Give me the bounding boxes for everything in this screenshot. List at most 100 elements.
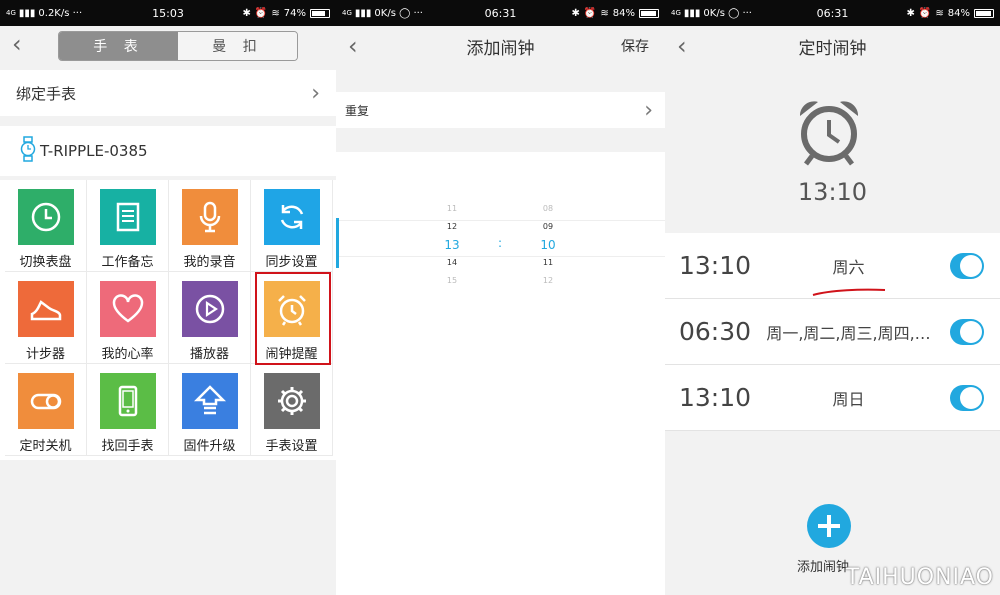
grid-item-microphone[interactable]: 我的录音 — [169, 180, 251, 272]
hour-option[interactable]: 15 — [432, 272, 472, 290]
grid-item-phone[interactable]: 找回手表 — [87, 364, 169, 456]
grid-item-label: 我的录音 — [183, 255, 236, 270]
minute-selected[interactable]: 10 — [528, 236, 568, 254]
grid-tile[interactable] — [17, 281, 74, 337]
save-button[interactable]: 保存 — [621, 36, 649, 56]
speed-indicator: 0.2K/s ··· — [38, 7, 83, 19]
grid-tile[interactable] — [181, 189, 238, 245]
grid-item-label: 我的心率 — [101, 347, 154, 362]
tab-bracelet[interactable]: 曼 扣 — [178, 32, 297, 60]
battery-icon — [974, 8, 994, 18]
grid-item-play[interactable]: 播放器 — [169, 272, 251, 364]
minute-option[interactable]: 09 — [528, 218, 568, 236]
grid-item-upgrade[interactable]: 固件升级 — [169, 364, 251, 456]
hour-wheel[interactable]: 11 12 13 14 15 — [432, 200, 472, 290]
chevron-right-icon: › — [311, 80, 320, 106]
grid-tile[interactable] — [99, 281, 156, 337]
grid-tile[interactable] — [99, 189, 156, 245]
status-bar: 4G ▮▮▮ 0.2K/s ··· 15:03 ✱ ⏰ ≋ 74% — [0, 0, 336, 26]
grid-item-label: 工作备忘 — [101, 255, 154, 270]
bluetooth-icon: ✱ — [571, 7, 580, 19]
minute-wheel[interactable]: 08 09 10 11 12 — [528, 200, 568, 290]
back-arrow-icon[interactable]: ‹ — [677, 32, 687, 60]
grid-item-gear[interactable]: 手表设置 — [251, 364, 333, 456]
bluetooth-icon: ✱ — [242, 7, 251, 19]
minute-option[interactable]: 08 — [528, 200, 568, 218]
hour-option[interactable]: 12 — [432, 218, 472, 236]
page-title: 添加闹钟 — [466, 38, 535, 59]
alarm-days: 周一,周二,周三,周四,… — [766, 323, 931, 343]
grid-item-shoe[interactable]: 计步器 — [5, 272, 87, 364]
grid-tile[interactable] — [17, 373, 74, 429]
microphone-icon — [199, 201, 220, 233]
alarm-days: 周六 — [832, 257, 865, 277]
alarm-item[interactable]: 06:30 周一,周二,周三,周四,… — [665, 299, 1000, 365]
alarm-list-screen: 4G ▮▮▮ 0K/s ◯ ··· 06:31 ✱ ⏰ ≋ 84% ‹ 定时闹钟 13:1… — [665, 0, 1000, 595]
network-indicator: 4G — [671, 9, 681, 17]
grid-item-label: 同步设置 — [265, 255, 318, 270]
alarm-item[interactable]: 13:10 周日 — [665, 365, 1000, 431]
grid-item-label: 定时关机 — [19, 439, 72, 454]
minute-option[interactable]: 11 — [528, 254, 568, 272]
plus-icon — [818, 515, 840, 537]
bind-watch-row[interactable]: 绑定手表 › — [0, 70, 336, 116]
page-title: 定时闹钟 — [798, 38, 867, 59]
battery-percent: 74% — [283, 7, 306, 19]
grid-item-toggle[interactable]: 定时关机 — [5, 364, 87, 456]
add-alarm-label: 添加闹钟 — [797, 560, 850, 575]
screenshot-collage: 4G ▮▮▮ 0.2K/s ··· 15:03 ✱ ⏰ ≋ 74% ‹ 手 表 曼 扣 绑… — [0, 0, 1000, 595]
device-name: T-RIPPLE-0385 — [40, 142, 148, 160]
grid-item-heart[interactable]: 我的心率 — [87, 272, 169, 364]
wifi-icon: ≋ — [271, 7, 280, 19]
time-picker[interactable]: 11 12 13 14 15 : 08 09 10 11 12 — [336, 196, 665, 292]
repeat-row[interactable]: 重复 › — [336, 92, 665, 128]
alarm-toggle[interactable] — [950, 252, 984, 279]
clock-summary: 13:10 — [665, 66, 1000, 230]
picker-indicator — [336, 218, 339, 268]
shoe-icon — [30, 300, 61, 321]
alarm-toggle[interactable] — [950, 384, 984, 411]
grid-tile[interactable] — [263, 373, 320, 429]
alarm-status-icon: ⏰ — [583, 7, 597, 19]
speed-indicator: 0K/s ◯ ··· — [374, 7, 423, 19]
add-alarm-button[interactable] — [807, 504, 851, 548]
play-icon — [195, 294, 224, 324]
hour-option[interactable]: 11 — [432, 200, 472, 218]
header: ‹ 添加闹钟 保存 — [336, 26, 665, 66]
grid-tile[interactable] — [181, 373, 238, 429]
grid-tile[interactable] — [181, 281, 238, 337]
minute-option[interactable]: 12 — [528, 272, 568, 290]
grid-item-label: 计步器 — [25, 347, 65, 362]
back-arrow-icon[interactable]: ‹ — [12, 30, 22, 58]
battery-icon — [639, 8, 659, 18]
header: ‹ 手 表 曼 扣 — [0, 26, 336, 66]
grid-item-memo[interactable]: 工作备忘 — [87, 180, 169, 272]
network-indicator: 4G — [6, 9, 16, 17]
alarm-time: 13:10 — [679, 251, 752, 280]
speed-indicator: 0K/s ◯ ··· — [703, 7, 752, 19]
sync-icon — [280, 205, 303, 229]
hour-selected[interactable]: 13 — [432, 236, 472, 254]
signal-icon: ▮▮▮ — [354, 7, 372, 19]
grid-tile[interactable] — [17, 189, 74, 245]
toggle-icon — [30, 393, 61, 410]
grid-item-clock[interactable]: 切换表盘 — [5, 180, 87, 272]
phone-icon — [118, 385, 137, 417]
repeat-label: 重复 — [345, 103, 370, 118]
alarm-toggle[interactable] — [950, 318, 984, 345]
grid-tile[interactable] — [99, 373, 156, 429]
clock-icon — [31, 202, 60, 232]
back-arrow-icon[interactable]: ‹ — [348, 32, 358, 60]
alarm-time: 06:30 — [679, 317, 752, 346]
alarm-status-icon: ⏰ — [254, 7, 268, 19]
hour-option[interactable]: 14 — [432, 254, 472, 272]
upgrade-icon — [193, 385, 226, 415]
signal-icon: ▮▮▮ — [683, 7, 701, 19]
battery-percent: 84% — [612, 7, 635, 19]
highlight-box — [255, 272, 331, 365]
grid-item-sync[interactable]: 同步设置 — [251, 180, 333, 272]
heart-icon — [112, 294, 143, 323]
grid-tile[interactable] — [263, 189, 320, 245]
signal-icon: ▮▮▮ — [18, 7, 36, 19]
tab-watch[interactable]: 手 表 — [59, 32, 178, 60]
